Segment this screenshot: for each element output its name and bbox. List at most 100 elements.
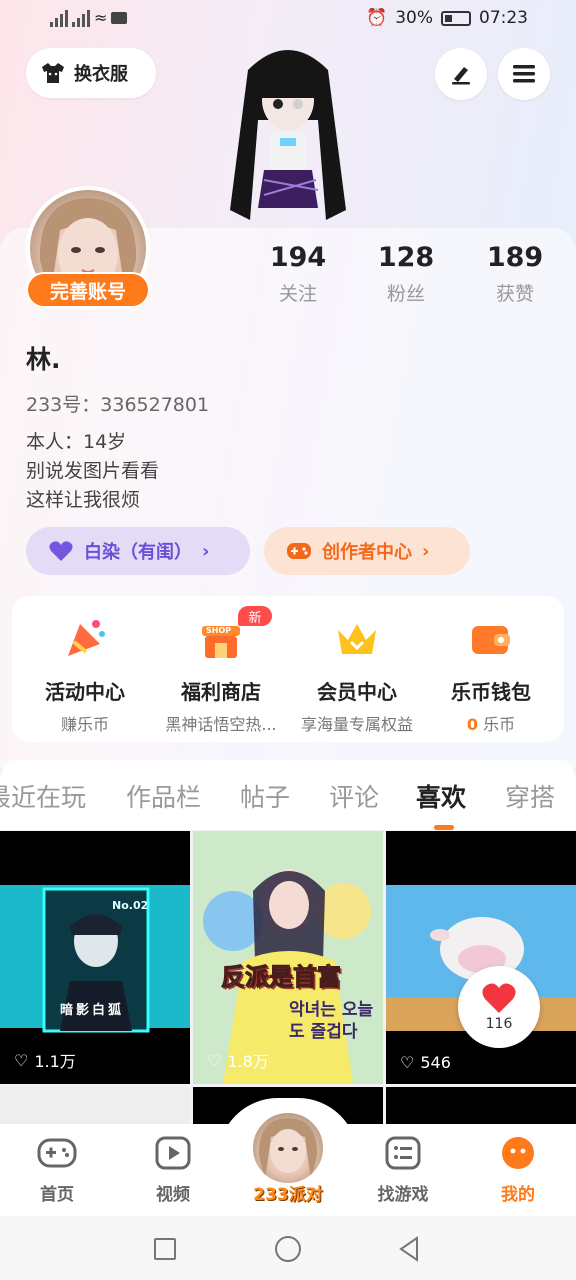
nav-label: 首页 — [40, 1185, 74, 1205]
tab-likes[interactable]: 喜欢 — [416, 778, 466, 814]
service-subtitle: 享海量专属权益 — [300, 715, 413, 734]
likes-label: 获赞 — [495, 283, 534, 305]
menu-button[interactable] — [498, 48, 550, 100]
coin-balance: 0 — [466, 715, 479, 734]
service-title: 乐币钱包 — [451, 680, 531, 704]
active-tab-indicator — [434, 825, 454, 830]
likes-count: 189 — [486, 242, 544, 273]
liked-item-card[interactable] — [0, 1087, 190, 1127]
user-id[interactable]: 233号：336527801 — [26, 390, 209, 417]
system-navigation-bar — [0, 1216, 576, 1280]
nav-label: 找游戏 — [377, 1185, 429, 1205]
center-avatar-button[interactable] — [250, 1110, 326, 1186]
like-count: ♡ 1.1万 — [14, 1048, 76, 1072]
username: 林. — [26, 345, 61, 374]
heart-outline-icon: ♡ — [400, 1053, 415, 1072]
tab-works[interactable]: 作品栏 — [126, 778, 201, 814]
bio-line: 本人：14岁 — [26, 431, 127, 453]
tab-comments[interactable]: 评论 — [329, 778, 379, 814]
party-popper-icon — [62, 616, 108, 662]
clock: 07:23 — [479, 8, 528, 28]
floating-like-button[interactable]: 116 — [458, 966, 540, 1048]
complete-account-badge[interactable]: 完善账号 — [26, 272, 150, 308]
liked-item-card[interactable] — [386, 1087, 576, 1127]
like-count-value: 1.8万 — [227, 1052, 269, 1071]
smiley-face-icon — [502, 1137, 534, 1169]
heart-outline-icon: ♡ — [207, 1050, 222, 1070]
service-subtitle: 0 乐币 — [422, 711, 560, 735]
user-avatar[interactable]: 完善账号 — [26, 186, 150, 310]
following-stat[interactable]: 194 关注 — [243, 242, 353, 306]
chevron-right-icon: › — [202, 540, 210, 562]
nav-home[interactable]: 首页 — [17, 1136, 97, 1205]
activity-center-item[interactable]: 活动中心 赚乐币 — [16, 616, 154, 735]
followers-label: 粉丝 — [386, 283, 425, 305]
service-subtitle: 黑神话悟空热... — [165, 715, 277, 734]
change-outfit-label: 换衣服 — [74, 64, 128, 85]
recent-apps-button[interactable] — [154, 1238, 176, 1260]
wallet-icon — [468, 616, 514, 662]
heart-icon — [482, 983, 516, 1013]
home-button[interactable] — [275, 1236, 301, 1262]
card-thumbnail — [0, 831, 190, 1084]
play-icon — [155, 1136, 191, 1170]
new-badge: 新 — [238, 606, 272, 626]
change-outfit-button[interactable]: 换衣服 — [26, 48, 156, 98]
tab-outfits[interactable]: 穿搭 — [505, 778, 555, 814]
menu-icon — [513, 65, 535, 83]
liked-item-card[interactable]: No.02 暗影白狐 ♡ 1.1万 — [0, 831, 190, 1084]
gamepad-icon — [37, 1138, 77, 1168]
likes-stat[interactable]: 189 获赞 — [460, 242, 570, 306]
nav-video[interactable]: 视频 — [133, 1136, 213, 1205]
heart-outline-icon: ♡ — [14, 1050, 29, 1070]
battery-percent: 30% — [395, 8, 433, 28]
wifi-icon: ≈ — [94, 8, 108, 27]
back-button[interactable] — [397, 1236, 421, 1262]
service-title: 会员中心 — [317, 680, 397, 704]
card-caption: 暗影白狐 — [60, 1003, 125, 1018]
service-title: 活动中心 — [45, 680, 125, 704]
content-tabs: 最近在玩 作品栏 帖子 评论 喜欢 穿搭 — [0, 760, 576, 830]
coin-wallet-item[interactable]: 乐币钱包 0 乐币 — [422, 616, 560, 735]
chevron-right-icon: › — [422, 540, 430, 562]
nav-label: 我的 — [501, 1185, 535, 1205]
heart-icon — [49, 541, 73, 561]
nav-find-games[interactable]: 找游戏 — [363, 1136, 443, 1205]
card-caption-korean: 악녀는 오늘도 즐겁다 — [289, 1000, 374, 1042]
followers-count: 128 — [377, 242, 435, 273]
gamepad-icon — [287, 543, 311, 559]
services-card: 活动中心 赚乐币 SHOP 福利商店 黑神话悟空热... 会员中心 享海量专属权… — [12, 596, 564, 742]
creator-center-button[interactable]: 创作者中心 › — [264, 527, 470, 575]
edit-profile-button[interactable] — [435, 48, 487, 100]
card-caption: 反派是首富 — [221, 963, 342, 992]
creator-center-label: 创作者中心 — [322, 542, 412, 563]
status-bar: ≈ ⏰ 30% 07:23 — [0, 0, 576, 40]
following-label: 关注 — [278, 283, 317, 305]
card-badge: No.02 — [112, 899, 149, 912]
like-count: ♡ 1.8万 — [207, 1048, 269, 1072]
nav-label: 视频 — [156, 1185, 190, 1205]
liked-item-card[interactable]: ♡ 546 — [386, 831, 576, 1084]
tab-posts[interactable]: 帖子 — [240, 778, 290, 814]
welfare-shop-item[interactable]: SHOP 福利商店 黑神话悟空热... — [152, 616, 290, 735]
service-title: 福利商店 — [181, 680, 261, 704]
liked-item-card[interactable]: 反派是首富 악녀는 오늘도 즐겁다 ♡ 1.8万 — [193, 831, 383, 1084]
bio-line: 这样让我很烦 — [26, 489, 141, 511]
alarm-icon: ⏰ — [366, 8, 388, 28]
shirt-icon — [42, 63, 64, 83]
like-count-value: 546 — [420, 1053, 451, 1072]
like-count: ♡ 546 — [400, 1053, 451, 1072]
following-count: 194 — [269, 242, 327, 273]
battery-icon — [441, 10, 471, 26]
tab-recently-played[interactable]: 最近在玩 — [0, 778, 86, 814]
followers-stat[interactable]: 128 粉丝 — [351, 242, 461, 306]
party-233-label[interactable]: 233派对 — [238, 1180, 338, 1205]
vip-center-item[interactable]: 会员中心 享海量专属权益 — [288, 616, 426, 735]
pen-icon — [452, 67, 470, 85]
relationship-tag-button[interactable]: 白染（有闺） › — [26, 527, 250, 575]
avatar-3d-figure[interactable] — [218, 40, 358, 230]
list-icon — [385, 1136, 421, 1170]
floating-like-count: 116 — [485, 1016, 513, 1032]
user-bio: 本人：14岁 别说发图片看看 这样让我很烦 — [26, 428, 159, 515]
nav-mine[interactable]: 我的 — [478, 1136, 558, 1205]
